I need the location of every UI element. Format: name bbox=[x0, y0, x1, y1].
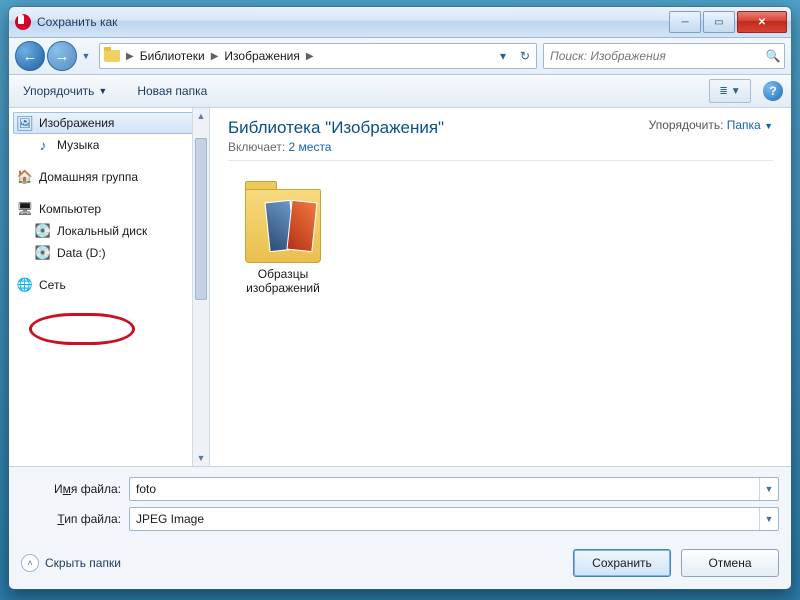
filename-input[interactable] bbox=[130, 482, 759, 496]
scroll-thumb[interactable] bbox=[195, 138, 207, 300]
sidebar-item[interactable]: Изображения bbox=[13, 112, 209, 134]
window-title: Сохранить как bbox=[37, 15, 669, 29]
drive2-icon bbox=[35, 245, 51, 261]
search-input[interactable] bbox=[544, 49, 762, 63]
search-box[interactable]: 🔍 bbox=[543, 43, 785, 69]
chevron-up-icon: ˄ bbox=[21, 554, 39, 572]
breadcrumb-seg-0[interactable]: Библиотеки bbox=[136, 49, 209, 63]
save-as-dialog: Сохранить как ─ ▭ ✕ ← → ▼ ▶ Библиотеки ▶… bbox=[8, 6, 792, 590]
filename-section: Имя файла: ▼ Тип файла: JPEG Image ▼ bbox=[9, 466, 791, 543]
close-button[interactable]: ✕ bbox=[737, 11, 787, 33]
filetype-field[interactable]: JPEG Image ▼ bbox=[129, 507, 779, 531]
folder-caption: Образцы изображений bbox=[228, 267, 338, 296]
includes-label: Включает: bbox=[228, 140, 285, 154]
filename-row: Имя файла: ▼ bbox=[21, 477, 779, 501]
nav-history-dropdown[interactable]: ▼ bbox=[79, 42, 93, 70]
folder-caption-line2: изображений bbox=[246, 281, 320, 295]
breadcrumb-dropdown[interactable]: ▾ bbox=[492, 44, 514, 68]
save-button-label: Сохранить bbox=[592, 556, 652, 570]
new-folder-button[interactable]: Новая папка bbox=[131, 80, 213, 102]
drive-icon bbox=[35, 223, 51, 239]
scroll-up-icon[interactable]: ▲ bbox=[193, 108, 209, 124]
sidebar-item[interactable]: Домашняя группа bbox=[13, 166, 209, 188]
sidebar-item[interactable]: Data (D:) bbox=[13, 242, 209, 264]
cancel-button-label: Отмена bbox=[708, 556, 751, 570]
filename-label: Имя файла: bbox=[21, 482, 121, 496]
chevron-right-icon[interactable]: ▶ bbox=[124, 51, 136, 62]
filetype-label: Тип файла: bbox=[21, 512, 121, 526]
filetype-dropdown[interactable]: ▼ bbox=[759, 508, 778, 530]
view-icon: ≣ bbox=[719, 86, 727, 97]
includes-link[interactable]: 2 места bbox=[289, 140, 332, 154]
back-button[interactable]: ← bbox=[15, 41, 45, 71]
music-icon bbox=[35, 137, 51, 153]
lib-icon bbox=[17, 115, 33, 131]
sidebar-item-label: Музыка bbox=[57, 138, 99, 152]
sidebar-item-label: Компьютер bbox=[39, 202, 101, 216]
sort-label: Упорядочить: bbox=[649, 118, 724, 132]
action-bar: ˄ Скрыть папки Сохранить Отмена bbox=[9, 543, 791, 589]
sort-value[interactable]: Папка bbox=[727, 118, 761, 132]
folder-icon bbox=[239, 175, 327, 263]
sidebar-item-label: Изображения bbox=[39, 116, 114, 130]
filename-field[interactable]: ▼ bbox=[129, 477, 779, 501]
chevron-down-icon: ▼ bbox=[764, 121, 773, 131]
libraries-icon bbox=[102, 46, 122, 66]
toolbar: Упорядочить ▼ Новая папка ≣ ▼ ? bbox=[9, 75, 791, 108]
annotation-circle bbox=[29, 313, 135, 345]
maximize-button[interactable]: ▭ bbox=[703, 11, 735, 33]
body: Изображения Музыка Домашняя группа Компьюте… bbox=[9, 108, 791, 466]
chevron-right-icon[interactable]: ▶ bbox=[304, 51, 316, 62]
window-buttons: ─ ▭ ✕ bbox=[669, 11, 787, 33]
chevron-right-icon[interactable]: ▶ bbox=[209, 51, 221, 62]
pc-icon bbox=[17, 201, 33, 217]
scroll-down-icon[interactable]: ▼ bbox=[193, 450, 209, 466]
sidebar-item-label: Data (D:) bbox=[57, 246, 106, 260]
sidebar-item[interactable]: Музыка bbox=[13, 134, 209, 156]
sidebar-item[interactable]: Сеть bbox=[13, 274, 209, 296]
folder-item[interactable]: Образцы изображений bbox=[228, 175, 338, 296]
sidebar-scrollbar[interactable]: ▲ ▼ bbox=[192, 108, 209, 466]
chevron-down-icon: ▼ bbox=[731, 86, 741, 97]
sidebar-item-label: Сеть bbox=[39, 278, 66, 292]
refresh-icon[interactable]: ↻ bbox=[514, 44, 536, 68]
net-icon bbox=[17, 277, 33, 293]
help-button[interactable]: ? bbox=[763, 81, 783, 101]
breadcrumb-seg-1[interactable]: Изображения bbox=[220, 49, 303, 63]
navbar: ← → ▼ ▶ Библиотеки ▶ Изображения ▶ ▾ ↻ 🔍 bbox=[9, 38, 791, 75]
cancel-button[interactable]: Отмена bbox=[681, 549, 779, 577]
titlebar: Сохранить как ─ ▭ ✕ bbox=[9, 7, 791, 38]
filename-dropdown[interactable]: ▼ bbox=[759, 478, 778, 500]
search-icon[interactable]: 🔍 bbox=[762, 49, 784, 63]
breadcrumb[interactable]: ▶ Библиотеки ▶ Изображения ▶ ▾ ↻ bbox=[99, 43, 537, 69]
minimize-button[interactable]: ─ bbox=[669, 11, 701, 33]
organize-menu[interactable]: Упорядочить ▼ bbox=[17, 80, 113, 102]
forward-button[interactable]: → bbox=[47, 41, 77, 71]
library-subtitle: Включает: 2 места bbox=[228, 140, 444, 154]
opera-icon bbox=[15, 14, 31, 30]
filetype-value: JPEG Image bbox=[130, 512, 759, 526]
content-header: Библиотека "Изображения" Включает: 2 мес… bbox=[228, 118, 773, 161]
filetype-row: Тип файла: JPEG Image ▼ bbox=[21, 507, 779, 531]
organize-label: Упорядочить bbox=[23, 84, 94, 98]
view-options-button[interactable]: ≣ ▼ bbox=[709, 79, 751, 103]
sidebar-item-label: Локальный диск bbox=[57, 224, 147, 238]
items-area[interactable]: Образцы изображений bbox=[228, 175, 773, 296]
hide-folders-label: Скрыть папки bbox=[45, 556, 121, 570]
chevron-down-icon: ▼ bbox=[98, 86, 107, 96]
content-pane: Библиотека "Изображения" Включает: 2 мес… bbox=[210, 108, 791, 466]
save-button[interactable]: Сохранить bbox=[573, 549, 671, 577]
sidebar-item-label: Домашняя группа bbox=[39, 170, 138, 184]
sort-control[interactable]: Упорядочить: Папка ▼ bbox=[649, 118, 773, 132]
new-folder-label: Новая папка bbox=[137, 84, 207, 98]
sidebar: Изображения Музыка Домашняя группа Компьюте… bbox=[9, 108, 210, 466]
library-title: Библиотека "Изображения" bbox=[228, 118, 444, 138]
home-icon bbox=[17, 169, 33, 185]
folder-caption-line1: Образцы bbox=[258, 267, 308, 281]
sidebar-item[interactable]: Компьютер bbox=[13, 198, 209, 220]
hide-folders-toggle[interactable]: ˄ Скрыть папки bbox=[21, 554, 121, 572]
sidebar-item[interactable]: Локальный диск bbox=[13, 220, 209, 242]
